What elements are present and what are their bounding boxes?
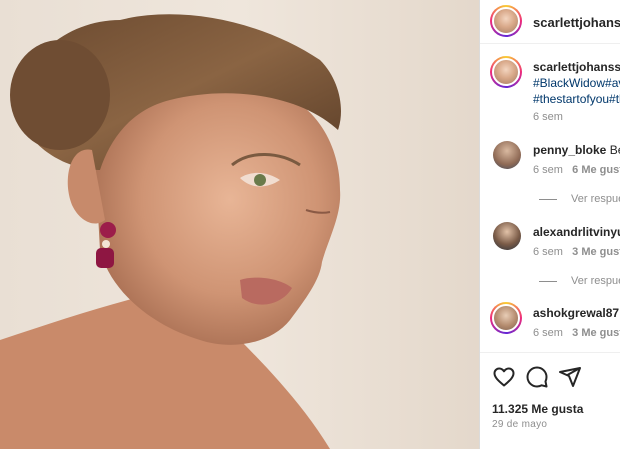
comment-time: 6 sem bbox=[533, 164, 563, 176]
caption-avatar[interactable] bbox=[490, 56, 522, 88]
caption-hashtags-1[interactable]: #BlackWidow#av bbox=[533, 76, 620, 90]
comment-text: alexandrlitvinyuk bbox=[533, 225, 620, 239]
view-replies-link[interactable]: Ver respues bbox=[539, 193, 620, 205]
comment-meta: 6 sem 3 Me gusta bbox=[533, 327, 620, 339]
comment-avatar[interactable] bbox=[493, 141, 525, 173]
post-side-panel: scarlettjohansson scarlettjohansson #Bla… bbox=[479, 0, 620, 449]
comment-text: ashokgrewal87 G bbox=[533, 306, 620, 320]
caption-time: 6 sem bbox=[533, 111, 563, 123]
caption-username[interactable]: scarlettjohansson bbox=[533, 60, 620, 74]
view-replies-label[interactable]: Ver respues bbox=[571, 275, 620, 287]
comment-meta: 6 sem 6 Me gusta bbox=[533, 164, 620, 176]
post-actions: 11.325 Me gusta 29 de mayo bbox=[480, 352, 620, 449]
comment-avatar[interactable] bbox=[490, 302, 522, 334]
comment-likes[interactable]: 3 Me gusta bbox=[572, 246, 620, 258]
replies-divider bbox=[539, 280, 557, 282]
view-replies-link[interactable]: Ver respues bbox=[539, 275, 620, 287]
replies-divider bbox=[539, 198, 557, 200]
like-count[interactable]: 11.325 Me gusta bbox=[492, 402, 583, 416]
comment-icon[interactable] bbox=[525, 365, 549, 389]
comment-likes[interactable]: 3 Me gusta bbox=[572, 327, 620, 339]
caption-hashtags-2[interactable]: #thestartofyou#th bbox=[533, 92, 620, 106]
comment-text: penny_bloke Bea bbox=[533, 143, 620, 157]
heart-icon[interactable] bbox=[492, 365, 516, 389]
author-username[interactable]: scarlettjohansson bbox=[533, 15, 620, 30]
post-photo[interactable] bbox=[0, 0, 479, 449]
comment-time: 6 sem bbox=[533, 327, 563, 339]
comment-meta: 6 sem 3 Me gusta bbox=[533, 246, 620, 258]
comment-avatar[interactable] bbox=[493, 222, 525, 254]
comment-time: 6 sem bbox=[533, 246, 563, 258]
share-icon[interactable] bbox=[558, 365, 582, 389]
post-date[interactable]: 29 de mayo bbox=[492, 419, 547, 430]
comment-username[interactable]: ashokgrewal87 bbox=[533, 306, 619, 320]
post-header: scarlettjohansson bbox=[480, 0, 620, 44]
comment-likes[interactable]: 6 Me gusta bbox=[572, 164, 620, 176]
comment-body: Bea bbox=[609, 143, 620, 157]
author-avatar[interactable] bbox=[490, 5, 522, 37]
portrait-image bbox=[0, 14, 341, 449]
view-replies-label[interactable]: Ver respues bbox=[571, 193, 620, 205]
comment-username[interactable]: alexandrlitvinyuk bbox=[533, 225, 620, 239]
comment-username[interactable]: penny_bloke bbox=[533, 143, 606, 157]
